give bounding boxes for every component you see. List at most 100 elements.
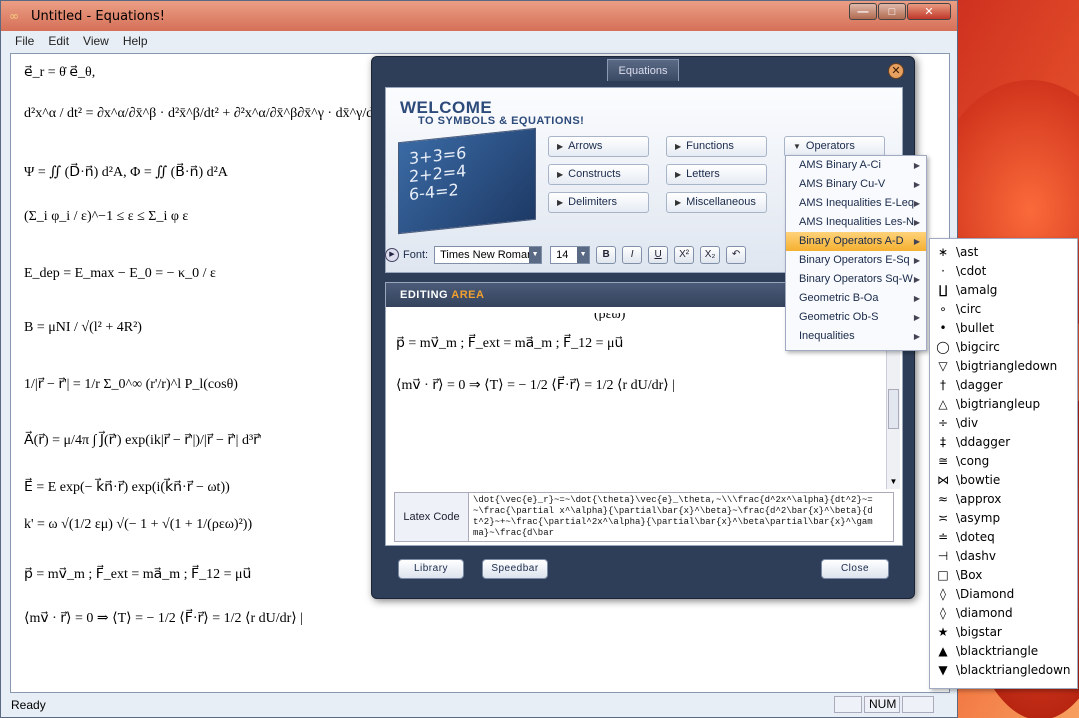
equation-line: B = μNI / √(l² + 4R²) bbox=[24, 320, 142, 335]
delimiters-button[interactable]: ▶ Delimiters bbox=[548, 192, 649, 213]
menu-item-ams-inequalities-e-leq[interactable]: AMS Inequalities E-Leq ▶ bbox=[786, 194, 926, 213]
symbol-dashv[interactable]: ⊣ \dashv bbox=[930, 547, 1077, 566]
miscellaneous-button[interactable]: ▶ Miscellaneous bbox=[666, 192, 767, 213]
amalg-icon: ∐ bbox=[938, 283, 948, 297]
arrows-button[interactable]: ▶ Arrows bbox=[548, 136, 649, 157]
status-cell-empty bbox=[902, 696, 934, 713]
symbol-bigcirc[interactable]: ◯ \bigcirc bbox=[930, 338, 1077, 357]
chevron-right-icon: ▶ bbox=[913, 256, 920, 265]
chalkboard-image: 3+3=6 2+2=4 6-4=2 bbox=[398, 127, 536, 235]
symbol-label: \doteq bbox=[956, 530, 995, 544]
dot-icon: · bbox=[941, 264, 945, 278]
symbol-blacktriangle[interactable]: ▲ \blacktriangle bbox=[930, 642, 1077, 661]
undo-button[interactable]: ↶ bbox=[726, 246, 747, 264]
symbol-bowtie[interactable]: ⋈ \bowtie bbox=[930, 471, 1077, 490]
symbol-diamond-large[interactable]: ◊ \Diamond bbox=[930, 585, 1077, 604]
symbol-label: \Box bbox=[956, 568, 983, 582]
dialog-close-icon[interactable]: ✕ bbox=[888, 63, 904, 79]
congruent-icon: ≅ bbox=[937, 454, 949, 468]
symbol-bigtriangleup[interactable]: △ \bigtriangleup bbox=[930, 395, 1077, 414]
title-bar[interactable]: ∞ Untitled - Equations! — □ ✕ bbox=[1, 1, 957, 31]
minimize-button[interactable]: — bbox=[849, 3, 877, 20]
operators-button[interactable]: ▼ Operators bbox=[784, 136, 885, 157]
speedbar-button[interactable]: Speedbar bbox=[482, 559, 548, 579]
symbol-approx[interactable]: ≈ \approx bbox=[930, 490, 1077, 509]
latex-code-field[interactable]: \dot{\vec{e}_r}~=~\dot{\theta}\vec{e}_\t… bbox=[473, 495, 877, 539]
symbol-bigstar[interactable]: ★ \bigstar bbox=[930, 623, 1077, 642]
symbol-asymp[interactable]: ≍ \asymp bbox=[930, 509, 1077, 528]
menu-item-label: AMS Inequalities Les-N bbox=[799, 216, 914, 228]
symbol-cong[interactable]: ≅ \cong bbox=[930, 452, 1077, 471]
menu-item-label: Inequalities bbox=[799, 330, 855, 342]
symbol-label: \ddagger bbox=[956, 435, 1011, 449]
menu-file[interactable]: File bbox=[15, 34, 34, 48]
symbol-label: \bullet bbox=[956, 321, 995, 335]
symbol-diamond[interactable]: ◊ \diamond bbox=[930, 604, 1077, 623]
triangle-down-icon: ▽ bbox=[938, 359, 948, 373]
chevron-right-icon: ▶ bbox=[675, 170, 682, 179]
symbol-blacktriangledown[interactable]: ▼ \blacktriangledown bbox=[930, 661, 1077, 680]
symbol-label: \amalg bbox=[956, 283, 998, 297]
symbol-doteq[interactable]: ≐ \doteq bbox=[930, 528, 1077, 547]
symbol-label: \circ bbox=[956, 302, 982, 316]
scroll-down-icon[interactable]: ▼ bbox=[887, 475, 900, 489]
symbol-label: \dashv bbox=[956, 549, 996, 563]
bold-button[interactable]: B bbox=[596, 246, 617, 264]
symbol-dagger[interactable]: † \dagger bbox=[930, 376, 1077, 395]
library-button[interactable]: Library bbox=[398, 559, 464, 579]
symbol-ast[interactable]: ∗ \ast bbox=[930, 243, 1077, 262]
symbol-circ[interactable]: ∘ \circ bbox=[930, 300, 1077, 319]
maximize-button[interactable]: □ bbox=[878, 3, 906, 20]
subscript-button[interactable]: X₂ bbox=[700, 246, 721, 264]
font-size-select[interactable]: 14 ▼ bbox=[550, 246, 591, 264]
symbol-amalg[interactable]: ∐ \amalg bbox=[930, 281, 1077, 300]
play-icon[interactable]: ▶ bbox=[385, 248, 399, 262]
operators-menu: AMS Binary A-Ci ▶ AMS Binary Cu-V ▶ AMS In… bbox=[785, 155, 927, 351]
close-button[interactable]: ✕ bbox=[907, 3, 951, 20]
font-family-select[interactable]: Times New Romar ▼ bbox=[434, 246, 543, 264]
superscript-button[interactable]: X² bbox=[674, 246, 695, 264]
constructs-button[interactable]: ▶ Constructs bbox=[548, 164, 649, 185]
menu-item-geometric-b-oa[interactable]: Geometric B-Oa ▶ bbox=[786, 289, 926, 308]
chevron-right-icon: ▶ bbox=[913, 237, 920, 246]
menu-item-binary-operators-a-d[interactable]: Binary Operators A-D ▶ bbox=[786, 232, 926, 251]
menu-help[interactable]: Help bbox=[123, 34, 148, 48]
black-triangle-up-icon: ▲ bbox=[938, 644, 948, 658]
letters-button[interactable]: ▶ Letters bbox=[666, 164, 767, 185]
chevron-right-icon: ▶ bbox=[913, 161, 920, 170]
chevron-right-icon: ▶ bbox=[557, 170, 564, 179]
menu-edit[interactable]: Edit bbox=[48, 34, 69, 48]
menu-item-binary-operators-sq-w[interactable]: Binary Operators Sq-W ▶ bbox=[786, 270, 926, 289]
menu-item-inequalities[interactable]: Inequalities ▶ bbox=[786, 327, 926, 346]
tab-equations[interactable]: Equations bbox=[607, 59, 679, 81]
doteq-icon: ≐ bbox=[937, 530, 949, 544]
symbol-bigtriangledown[interactable]: ▽ \bigtriangledown bbox=[930, 357, 1077, 376]
menu-item-geometric-ob-s[interactable]: Geometric Ob-S ▶ bbox=[786, 308, 926, 327]
scrollbar-thumb[interactable] bbox=[888, 389, 899, 429]
symbol-ddagger[interactable]: ‡ \ddagger bbox=[930, 433, 1077, 452]
menu-item-binary-operators-e-sq[interactable]: Binary Operators E-Sq ▶ bbox=[786, 251, 926, 270]
status-bar: Ready NUM bbox=[1, 693, 957, 717]
symbol-bullet[interactable]: • \bullet bbox=[930, 319, 1077, 338]
triangle-up-icon: △ bbox=[938, 397, 948, 411]
latex-row: Latex Code \dot{\vec{e}_r}~=~\dot{\theta… bbox=[394, 492, 894, 542]
italic-button[interactable]: I bbox=[622, 246, 643, 264]
approx-icon: ≈ bbox=[937, 492, 949, 506]
close-dialog-button[interactable]: Close bbox=[821, 559, 889, 579]
font-toolbar: ▶ Font: Times New Romar ▼ 14 ▼ B I U X² X₂… bbox=[385, 243, 747, 267]
welcome-subtitle: TO SYMBOLS & EQUATIONS! bbox=[418, 115, 585, 127]
chevron-right-icon: ▶ bbox=[675, 198, 682, 207]
symbol-box[interactable]: □ \Box bbox=[930, 566, 1077, 585]
menu-view[interactable]: View bbox=[83, 34, 109, 48]
underline-button[interactable]: U bbox=[648, 246, 669, 264]
menu-item-ams-binary-a-ci[interactable]: AMS Binary A-Ci ▶ bbox=[786, 156, 926, 175]
symbol-label: \ast bbox=[956, 245, 979, 259]
equation-line: (Σ_i φ_i / ε)^−1 ≤ ε ≤ Σ_i φ ε bbox=[24, 209, 189, 224]
functions-button[interactable]: ▶ Functions bbox=[666, 136, 767, 157]
menu-item-ams-inequalities-les-n[interactable]: AMS Inequalities Les-N ▶ bbox=[786, 213, 926, 232]
status-text: Ready bbox=[11, 698, 46, 712]
symbol-cdot[interactable]: · \cdot bbox=[930, 262, 1077, 281]
menu-item-ams-binary-cu-v[interactable]: AMS Binary Cu-V ▶ bbox=[786, 175, 926, 194]
functions-label: Functions bbox=[686, 140, 734, 152]
symbol-div[interactable]: ÷ \div bbox=[930, 414, 1077, 433]
